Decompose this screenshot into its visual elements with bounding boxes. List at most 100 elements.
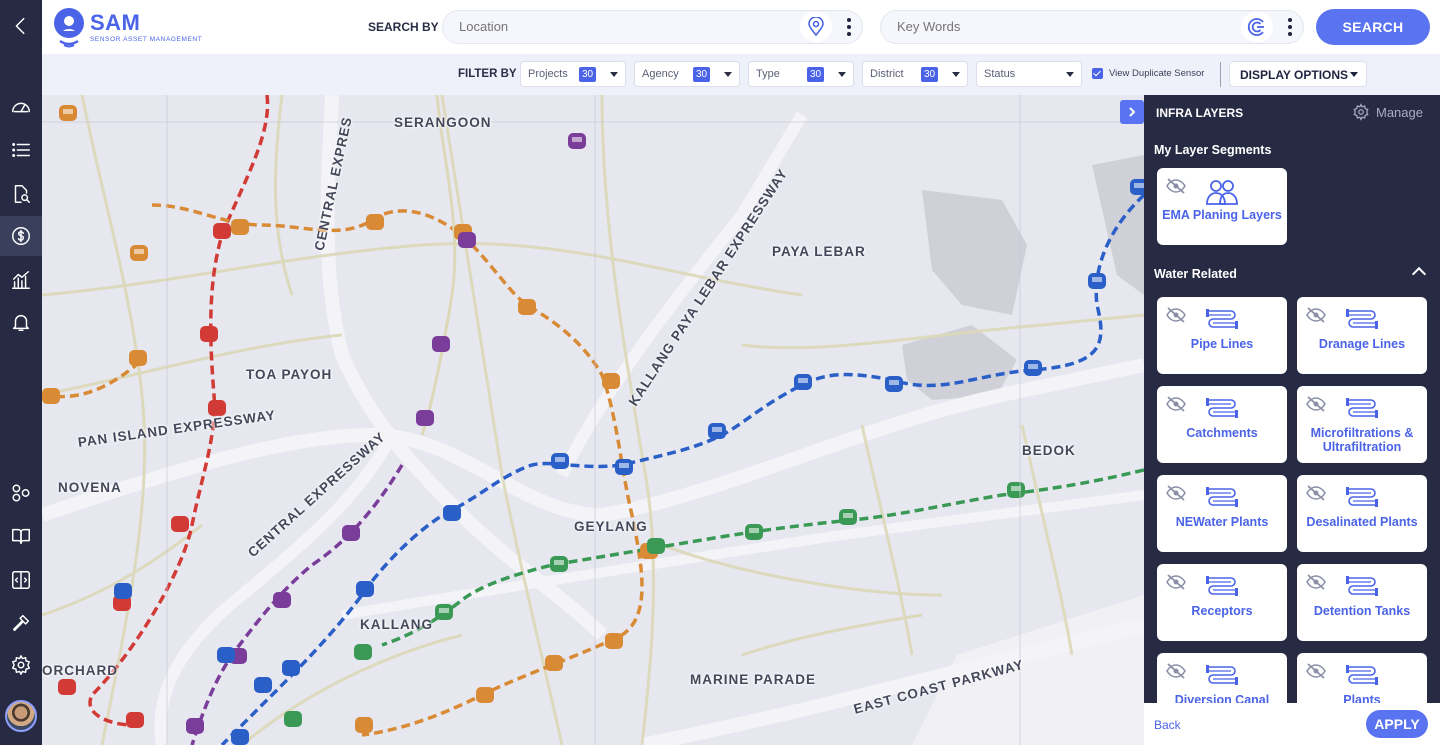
dashboard-gauge-icon[interactable]: [0, 87, 42, 127]
eye-off-icon[interactable]: [1165, 574, 1187, 590]
user-avatar[interactable]: [5, 700, 37, 732]
collapse-panel-button[interactable]: [1120, 100, 1144, 124]
location-more-icon[interactable]: [846, 18, 852, 36]
agency-count-badge: 30: [693, 67, 711, 82]
district-count-badge: 30: [921, 67, 939, 82]
duplicate-sensor-label: View Duplicate Sensor: [1109, 68, 1205, 79]
layer-card-catchments[interactable]: Catchments: [1157, 386, 1287, 463]
hexagon-network-icon[interactable]: [0, 473, 42, 513]
chevron-down-icon: [838, 72, 846, 77]
layer-card-label: Pipe Lines: [1190, 337, 1254, 351]
eye-off-icon[interactable]: [1305, 574, 1327, 590]
manage-button[interactable]: Manage: [1352, 103, 1423, 121]
app-title: SAM: [90, 9, 141, 35]
layer-card-label: Microfiltrations & Ultrafiltration: [1310, 426, 1414, 454]
chevron-down-icon: [724, 72, 732, 77]
layer-card-label: NEWater Plants: [1175, 515, 1269, 529]
eye-off-icon[interactable]: [1165, 663, 1187, 679]
keyword-filter-icon[interactable]: [1241, 12, 1273, 42]
layer-card-label: Dranage Lines: [1318, 337, 1406, 351]
document-search-icon[interactable]: [0, 174, 42, 214]
agency-filter[interactable]: Agency 30: [634, 61, 740, 87]
eye-off-icon[interactable]: [1305, 307, 1327, 323]
chevron-up-icon[interactable]: [1411, 266, 1427, 282]
layer-card-ema-planing[interactable]: EMA Planing Layers: [1157, 168, 1287, 245]
pipe-layer-icon: [1346, 576, 1378, 596]
map-label-marine-parade: MARINE PARADE: [690, 672, 817, 687]
eye-off-icon[interactable]: [1165, 485, 1187, 501]
layer-card-microfiltrations-ultrafiltration[interactable]: Microfiltrations & Ultrafiltration: [1297, 386, 1427, 463]
pipe-layer-icon: [1206, 487, 1238, 507]
manage-label: Manage: [1376, 104, 1423, 120]
display-options-dropdown[interactable]: DISPLAY OPTIONS: [1229, 61, 1367, 87]
back-chevron-icon[interactable]: [0, 6, 42, 46]
type-count-badge: 30: [807, 67, 825, 82]
panel-title: INFRA LAYERS: [1156, 106, 1244, 120]
sam-logo-icon: [52, 7, 86, 48]
app-subtitle: SENSOR ASSET MANAGEMENT: [90, 35, 203, 43]
back-link[interactable]: Back: [1154, 718, 1181, 732]
gear-icon: [1353, 103, 1369, 121]
pipe-layer-icon: [1346, 309, 1378, 329]
location-input[interactable]: [459, 19, 759, 34]
map-canvas[interactable]: SERANGOON PAYA LEBAR TOA PAYOH PAN ISLAN…: [42, 95, 1144, 745]
expand-arrows-icon[interactable]: [0, 560, 42, 600]
keywords-more-icon[interactable]: [1287, 18, 1293, 36]
keywords-input[interactable]: [897, 19, 1197, 34]
duplicate-sensor-checkbox[interactable]: [1092, 68, 1103, 79]
left-nav-rail: [0, 0, 42, 745]
layer-card-label: Catchments: [1186, 426, 1258, 440]
book-icon[interactable]: [0, 516, 42, 556]
location-search-box: [442, 10, 863, 44]
map-label-serangoon: SERANGOON: [394, 115, 492, 130]
chevron-down-icon: [1066, 72, 1074, 77]
layer-card-detention-tanks[interactable]: Detention Tanks: [1297, 564, 1427, 641]
type-filter-label: Type: [756, 68, 780, 80]
water-related-title: Water Related: [1154, 267, 1237, 281]
layer-card-newater-plants[interactable]: NEWater Plants: [1157, 475, 1287, 552]
layer-card-dranage-lines[interactable]: Dranage Lines: [1297, 297, 1427, 374]
bell-icon[interactable]: [0, 302, 42, 342]
search-button[interactable]: SEARCH: [1316, 9, 1430, 45]
pipe-layer-icon: [1206, 309, 1238, 329]
eye-off-icon[interactable]: [1165, 178, 1187, 194]
layer-card-desalinated-plants[interactable]: Desalinated Plants: [1297, 475, 1427, 552]
projects-count-badge: 30: [579, 67, 597, 82]
pipe-layer-icon: [1206, 665, 1238, 685]
panel-footer: Back APPLY: [1144, 703, 1440, 745]
district-filter[interactable]: District 30: [862, 61, 968, 87]
dollar-icon[interactable]: [0, 216, 42, 256]
map-label-kallang: KALLANG: [360, 617, 433, 632]
projects-filter[interactable]: Projects 30: [520, 61, 626, 87]
status-filter[interactable]: Status: [976, 61, 1082, 87]
eye-off-icon[interactable]: [1165, 396, 1187, 412]
eye-off-icon[interactable]: [1305, 485, 1327, 501]
app-logo[interactable]: SAM SENSOR ASSET MANAGEMENT: [52, 7, 203, 48]
layer-card-pipe-lines[interactable]: Pipe Lines: [1157, 297, 1287, 374]
chevron-down-icon: [610, 72, 618, 77]
layer-card-receptors[interactable]: Receptors: [1157, 564, 1287, 641]
red-mrt-line: [88, 95, 270, 727]
eye-off-icon[interactable]: [1165, 307, 1187, 323]
eye-off-icon[interactable]: [1305, 663, 1327, 679]
map-label-geylang: GEYLANG: [574, 519, 648, 534]
map-label-paya-lebar: PAYA LEBAR: [772, 244, 866, 259]
analytics-chart-icon[interactable]: [0, 260, 42, 300]
location-pin-icon[interactable]: [800, 12, 832, 42]
list-icon[interactable]: [0, 130, 42, 170]
type-filter[interactable]: Type 30: [748, 61, 854, 87]
hammer-icon[interactable]: [0, 603, 42, 643]
apply-button[interactable]: APPLY: [1366, 710, 1428, 738]
duplicate-sensor-toggle[interactable]: View Duplicate Sensor: [1092, 68, 1204, 79]
eye-off-icon[interactable]: [1305, 396, 1327, 412]
pipe-layer-icon: [1346, 665, 1378, 685]
district-filter-label: District: [870, 68, 904, 80]
chevron-down-icon: [952, 72, 960, 77]
green-mrt-line: [381, 468, 1144, 647]
filter-by-label: FILTER BY: [458, 68, 517, 80]
top-header: SAM SENSOR ASSET MANAGEMENT SEARCH BY SE…: [42, 0, 1440, 54]
filter-divider: [1220, 62, 1221, 87]
reservoir-area: [922, 190, 1027, 315]
gear-icon[interactable]: [0, 645, 42, 685]
status-filter-label: Status: [984, 68, 1016, 80]
